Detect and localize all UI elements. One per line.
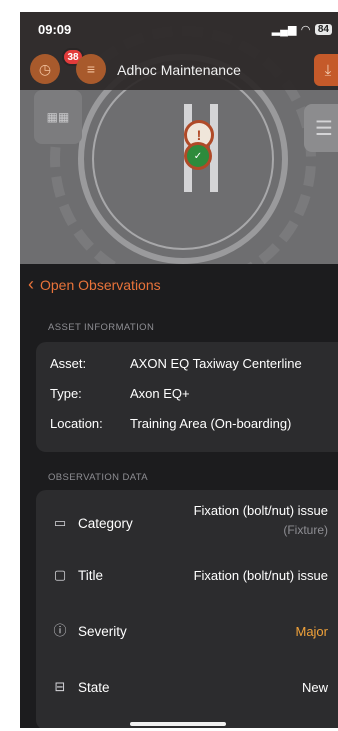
signal-icon: ▂▄▆ (271, 24, 297, 36)
severity-value: Major (295, 624, 328, 639)
observation-data-card: ▭ Category Fixation (bolt/nut) issue (Fi… (36, 490, 338, 728)
status-bar: 09:09 ▂▄▆ ◠ 84 (20, 12, 338, 48)
home-indicator[interactable] (130, 722, 226, 726)
top-nav-bar: ◷ 38 ≡ Adhoc Maintenance ⤓ (20, 48, 338, 88)
download-button[interactable]: ⤓ (314, 54, 338, 86)
layers-menu-icon[interactable]: ☰ (304, 104, 338, 152)
chevron-left-icon: ‹ (28, 274, 34, 294)
asset-section-header: ASSET INFORMATION (48, 322, 155, 333)
back-button[interactable]: ‹ Open Observations (28, 274, 161, 295)
info-icon: ⓘ (53, 623, 67, 638)
sign-icon: ⊟ (54, 679, 66, 694)
category-row[interactable]: ▭ Category Fixation (bolt/nut) issue (Fi… (36, 490, 338, 546)
map-marking-right (210, 104, 218, 192)
type-key: Type: (50, 386, 82, 401)
state-row[interactable]: ⊟ State New (36, 660, 338, 716)
location-value: Training Area (On-boarding) (130, 416, 292, 431)
location-key: Location: (50, 416, 103, 431)
wifi-icon: ◠ (301, 24, 310, 36)
asset-row: Asset: AXON EQ Taxiway Centerline (50, 356, 334, 371)
map-inner-circle (92, 68, 274, 250)
page-title: Adhoc Maintenance (117, 62, 241, 78)
chat-icon: ▢ (53, 567, 67, 582)
category-value: Fixation (bolt/nut) issue (193, 503, 328, 518)
asset-ok-pin-icon[interactable]: ✓ (184, 142, 212, 170)
status-icons: ▂▄▆ ◠ 84 (272, 23, 332, 36)
asset-key: Asset: (50, 356, 87, 371)
type-row: Type: Axon EQ+ (50, 386, 334, 401)
download-icon: ⤓ (324, 61, 332, 79)
severity-row[interactable]: ⓘ Severity Major (36, 604, 338, 660)
asset-value: AXON EQ Taxiway Centerline (130, 356, 302, 371)
title-row[interactable]: ▢ Title Fixation (bolt/nut) issue (36, 548, 338, 604)
back-label: Open Observations (40, 276, 161, 293)
state-value: New (301, 680, 328, 695)
box-icon: ▭ (53, 515, 67, 530)
qr-scan-icon[interactable]: ▦▦ (34, 90, 82, 144)
title-value: Fixation (bolt/nut) issue (193, 568, 328, 583)
details-sheet: ‹ Open Observations ASSET INFORMATION As… (20, 264, 338, 728)
location-row: Location: Training Area (On-boarding) (50, 416, 334, 431)
category-subvalue: (Fixture) (283, 523, 328, 537)
title-label: Title (78, 568, 104, 583)
asset-info-card: Asset: AXON EQ Taxiway Centerline Type: … (36, 342, 338, 452)
battery-icon: 84 (314, 24, 332, 35)
type-value: Axon EQ+ (130, 386, 190, 401)
state-label: State (78, 680, 110, 695)
severity-label: Severity (78, 624, 127, 639)
observation-section-header: OBSERVATION DATA (48, 472, 149, 483)
status-time: 09:09 (38, 22, 72, 37)
app-screen: ! ✓ ▦▦ ☰ 09:09 ▂▄▆ ◠ 84 ◷ 38 ≡ Adhoc Mai… (20, 12, 338, 728)
category-label: Category (78, 516, 133, 531)
